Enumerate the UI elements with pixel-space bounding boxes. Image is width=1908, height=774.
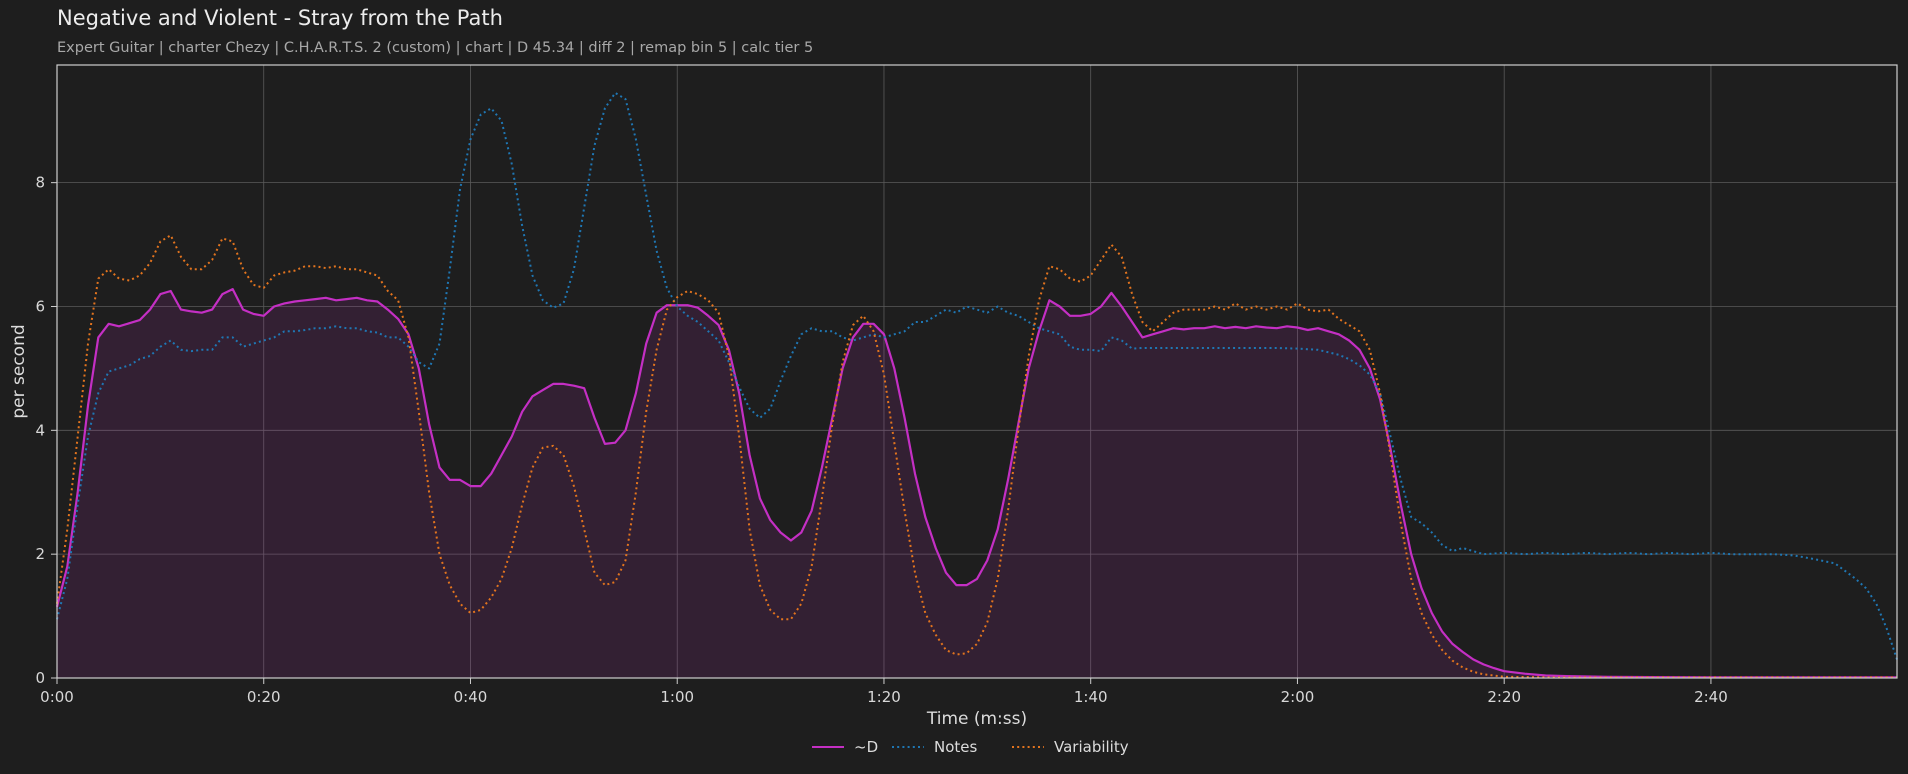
legend-label-variability: Variability [1054, 738, 1129, 756]
legend-label-notes: Notes [934, 738, 978, 756]
x-tick-label: 1:00 [660, 688, 694, 706]
y-tick-label: 4 [35, 421, 45, 439]
x-tick-label: 1:20 [867, 688, 901, 706]
y-tick-label: 6 [35, 297, 45, 315]
legend-label-d: ~D [854, 738, 878, 756]
x-tick-label: 0:00 [40, 688, 74, 706]
x-tick-label: 2:00 [1281, 688, 1315, 706]
x-tick-label: 2:20 [1487, 688, 1521, 706]
series-fill-d [57, 289, 1897, 678]
y-tick-label: 2 [35, 545, 45, 563]
y-axis-label: per second [9, 324, 29, 418]
y-tick-label: 8 [35, 174, 45, 192]
y-tick-label: 0 [35, 669, 45, 687]
x-tick-label: 2:40 [1694, 688, 1728, 706]
x-tick-label: 1:40 [1074, 688, 1108, 706]
x-tick-label: 0:40 [454, 688, 488, 706]
chart-svg: 0:00 0:20 0:40 1:00 1:20 1:40 2:00 2:20 2:40 0 2 4 6… [9, 64, 1898, 756]
x-axis-label: Time (m:ss) [926, 709, 1027, 729]
chart-root: Negative and Violent - Stray from the Pa… [0, 0, 1908, 774]
legend: ~D Notes Variability [812, 738, 1129, 756]
x-tick-label: 0:20 [247, 688, 281, 706]
fill-layer [57, 289, 1897, 678]
